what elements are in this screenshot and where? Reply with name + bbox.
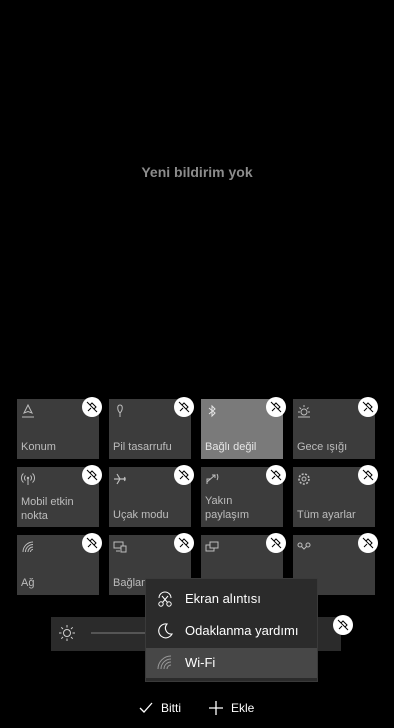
unpin-bluetooth-button[interactable] (266, 397, 286, 417)
unpin-brightness-button[interactable] (333, 615, 353, 635)
quick-actions-grid: Konum Pil tasarrufu Bağlı değil Gece ışı… (17, 399, 375, 595)
unpin-icon (362, 537, 374, 549)
unpin-all-settings-button[interactable] (358, 465, 378, 485)
unpin-battery-saver-button[interactable] (174, 397, 194, 417)
checkmark-icon (139, 702, 153, 713)
unpin-location-button[interactable] (82, 397, 102, 417)
screen-snip-icon (158, 591, 172, 607)
brightness-icon (59, 625, 75, 641)
unpin-icon (86, 401, 98, 413)
night-light-icon (298, 405, 310, 418)
menu-item-focus-assist[interactable]: Odaklanma yardımı (146, 616, 317, 646)
unpin-icon (337, 619, 349, 631)
gear-icon (298, 473, 310, 485)
unpin-icon (270, 537, 282, 549)
tile-label: Mobil etkin nokta (21, 496, 74, 522)
plus-icon (209, 701, 223, 715)
unpin-icon (86, 537, 98, 549)
battery-saver-icon (117, 404, 123, 417)
menu-item-label: Ekran alıntısı (185, 591, 261, 606)
tile-label: Tüm ayarlar (297, 509, 356, 521)
unpin-icon (178, 537, 190, 549)
unpin-vpn-button[interactable] (358, 533, 378, 553)
unpin-connect-button[interactable] (174, 533, 194, 553)
location-icon (22, 404, 34, 418)
nearby-share-icon (206, 473, 219, 484)
menu-item-label: Wi-Fi (185, 655, 216, 670)
add-label: Ekle (231, 701, 255, 715)
unpin-nearby-sharing-button[interactable] (266, 465, 286, 485)
tile-label: Yakın paylaşım (205, 495, 250, 521)
unpin-icon (86, 469, 98, 481)
done-button[interactable]: Bitti (138, 698, 181, 718)
airplane-icon (114, 473, 126, 485)
vpn-icon (297, 542, 311, 550)
connect-icon (113, 541, 127, 553)
brightness-track[interactable] (91, 632, 151, 634)
menu-item-screen-snip[interactable]: Ekran alıntısı (146, 584, 317, 614)
add-quick-action-menu: Ekran alıntısı Odaklanma yardımı Wi-Fi (145, 578, 318, 682)
focus-assist-icon (158, 623, 173, 639)
tile-label: Bağlı değil (205, 441, 257, 453)
done-label: Bitti (161, 701, 182, 715)
tile-label: Konum (21, 441, 56, 453)
unpin-airplane-mode-button[interactable] (174, 465, 194, 485)
project-icon (205, 541, 219, 552)
menu-item-wifi[interactable]: Wi-Fi (146, 648, 317, 678)
tile-label: Gece ışığı (297, 441, 348, 453)
add-button[interactable]: Ekle (208, 698, 254, 718)
menu-item-label: Odaklanma yardımı (185, 623, 299, 638)
network-icon (22, 541, 34, 553)
wifi-icon (157, 655, 172, 670)
unpin-mobile-hotspot-button[interactable] (82, 465, 102, 485)
unpin-night-light-button[interactable] (358, 397, 378, 417)
tile-label: Uçak modu (113, 509, 169, 521)
notification-empty-text: Yeni bildirim yok (141, 164, 253, 180)
tile-label: Pil tasarrufu (113, 441, 172, 453)
bluetooth-icon (208, 404, 216, 418)
tile-label: Ağ (21, 577, 35, 589)
unpin-icon (270, 469, 282, 481)
unpin-icon (178, 469, 190, 481)
unpin-network-button[interactable] (82, 533, 102, 553)
unpin-icon (362, 401, 374, 413)
unpin-icon (178, 401, 190, 413)
hotspot-icon (21, 473, 35, 485)
unpin-icon (270, 401, 282, 413)
edit-footer: Bitti Ekle (0, 698, 394, 718)
unpin-project-button[interactable] (266, 533, 286, 553)
unpin-icon (362, 469, 374, 481)
